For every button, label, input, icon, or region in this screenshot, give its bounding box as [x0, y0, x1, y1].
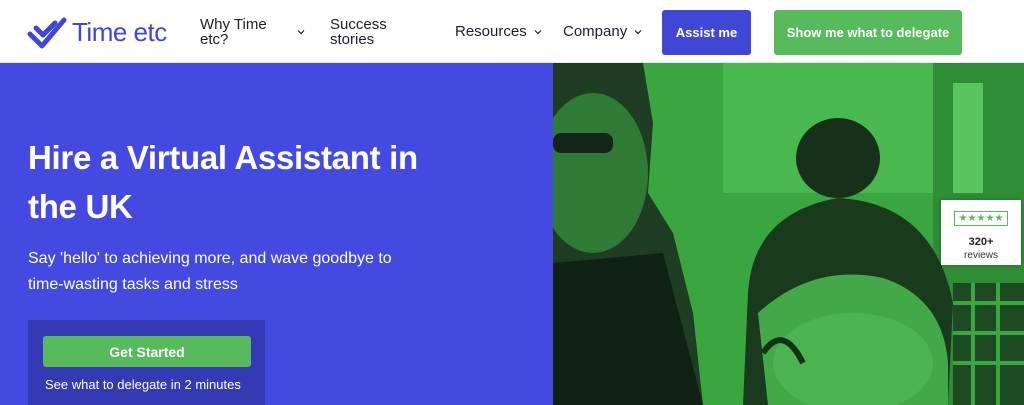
nav-resources-label: Resources — [455, 23, 527, 40]
nav-why-label: Why Time etc? — [200, 15, 267, 48]
hero-panel: Hire a Virtual Assistant in the UK Say '… — [0, 63, 553, 405]
nav-company-label: Company — [563, 23, 628, 40]
nav-company[interactable]: Company — [563, 0, 642, 63]
star-icon: ★ — [994, 212, 1004, 224]
chevron-down-icon — [297, 29, 305, 34]
review-count: 320+ — [968, 236, 994, 248]
checkmark-logo-icon — [27, 17, 67, 49]
star-icon: ★ — [985, 212, 995, 224]
logo-text: Time etc — [72, 17, 167, 47]
reviews-badge[interactable]: ★ ★ ★ ★ ★ 320+ reviews — [941, 200, 1021, 265]
hero-title: Hire a Virtual Assistant in the UK — [28, 139, 418, 225]
cta-box: Get Started See what to delegate in 2 mi… — [28, 320, 265, 405]
star-icon: ★ — [958, 212, 968, 224]
nav-resources[interactable]: Resources — [455, 0, 542, 63]
show-delegate-button[interactable]: Show me what to delegate — [774, 10, 962, 55]
site-header: Time etc Why Time etc? Success stories R… — [0, 0, 1024, 63]
star-rating: ★ ★ ★ ★ ★ — [954, 211, 1008, 226]
nav-success-label: Success stories — [330, 15, 387, 48]
chevron-down-icon — [634, 29, 642, 34]
logo[interactable]: Time etc — [26, 14, 167, 50]
nav-why-time-etc[interactable]: Why Time etc? — [200, 0, 310, 63]
chevron-down-icon — [534, 29, 542, 34]
assist-me-button[interactable]: Assist me — [662, 10, 751, 55]
cta-note: See what to delegate in 2 minutes — [45, 377, 241, 392]
star-icon: ★ — [967, 212, 977, 224]
star-icon: ★ — [976, 212, 986, 224]
review-label: reviews — [964, 250, 998, 261]
hero-subtitle: Say 'hello' to achieving more, and wave … — [28, 250, 392, 293]
nav-success-stories[interactable]: Success stories — [330, 0, 420, 63]
get-started-button[interactable]: Get Started — [43, 336, 251, 367]
